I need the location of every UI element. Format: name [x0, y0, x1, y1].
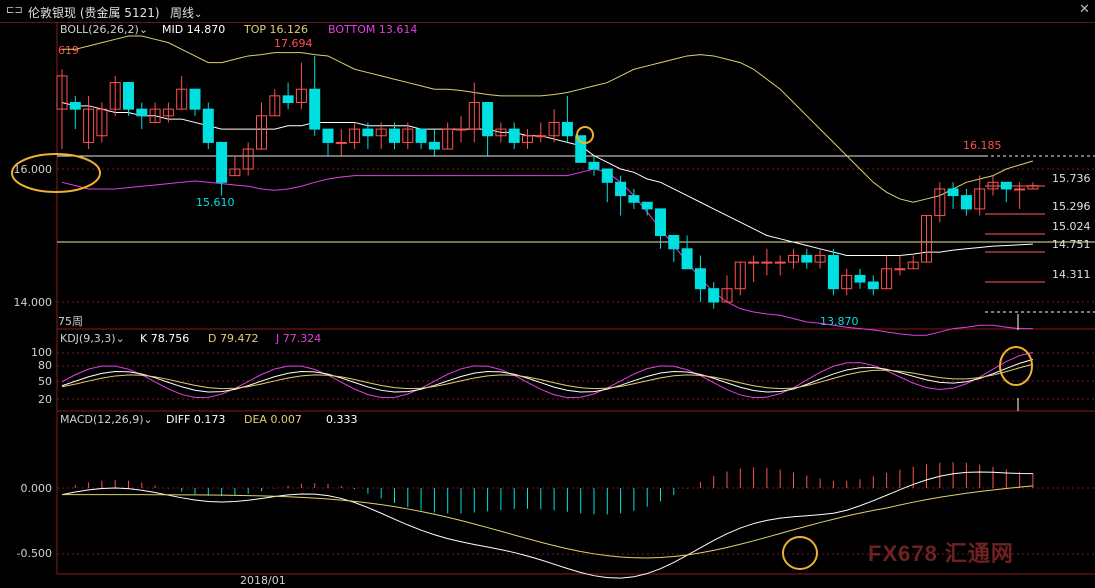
candle-body — [282, 95, 294, 103]
candle-body — [362, 128, 374, 137]
candle-body — [189, 88, 201, 110]
highlight-ellipse — [782, 536, 818, 570]
candle-body — [694, 268, 706, 290]
candle-body — [827, 254, 839, 290]
candle-body — [668, 235, 680, 250]
candle-body — [123, 82, 134, 110]
candle-body — [655, 208, 666, 236]
candle-body — [641, 201, 653, 210]
candle-body — [575, 135, 587, 163]
candle-body — [867, 281, 879, 290]
candle-body — [508, 128, 520, 143]
kdj-j-line — [61, 351, 1034, 399]
candle-body — [561, 121, 573, 137]
candle-body — [960, 195, 972, 210]
candle-body — [309, 88, 321, 130]
candle-body — [428, 141, 440, 150]
candle-body — [136, 108, 148, 117]
candle-body — [69, 102, 81, 110]
candle-body — [1014, 188, 1026, 191]
candle-body — [322, 128, 334, 143]
candle-body — [628, 195, 640, 203]
candle-body — [801, 254, 813, 263]
candle-body — [681, 248, 693, 270]
candle-body — [854, 274, 866, 283]
candle-body — [708, 288, 720, 303]
candle-body — [415, 128, 427, 143]
candle-body — [216, 141, 228, 183]
candle-body — [202, 108, 214, 143]
candle-body — [482, 102, 494, 137]
candle-body — [335, 141, 347, 144]
macd-dea-line — [61, 485, 1033, 559]
candle-body — [1000, 181, 1012, 190]
candle-body — [748, 261, 760, 264]
candle-body — [615, 181, 627, 197]
candle-body — [774, 261, 786, 264]
candle-body — [761, 261, 773, 264]
candle-body — [601, 168, 613, 183]
highlight-ellipse — [11, 153, 101, 193]
candle-body — [455, 128, 467, 131]
candle-body — [588, 161, 600, 170]
price-chart-canvas[interactable] — [0, 0, 1095, 588]
candle-body — [535, 135, 547, 138]
boll-bottom-line — [61, 168, 1033, 336]
candle-body — [947, 188, 959, 197]
candle-body — [389, 128, 400, 143]
candle-body — [894, 268, 906, 271]
